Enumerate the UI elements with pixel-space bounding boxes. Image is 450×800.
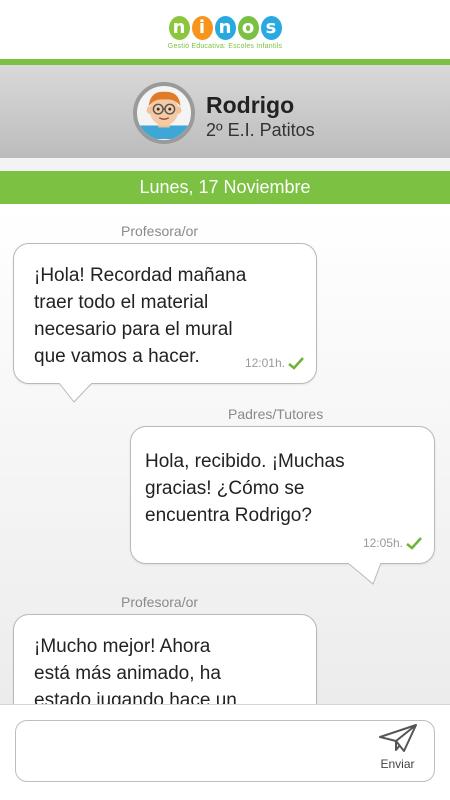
message-line: encuentra Rodrigo? <box>145 505 312 526</box>
message-time: 12:01h. <box>244 356 285 370</box>
child-class: 2º E.I. Patitos <box>206 120 315 140</box>
bubble-tail <box>347 562 382 585</box>
message-line: estado jugando hace un <box>34 690 237 704</box>
bubble-tail <box>58 382 93 403</box>
message-line: está más animado, ha <box>34 663 221 684</box>
message-line: gracias! ¿Cómo se <box>145 478 305 499</box>
app-logo: n i n o s <box>168 15 282 40</box>
message-sender: Profesora/or <box>121 223 199 239</box>
message-sender: Profesora/or <box>121 594 199 610</box>
logo-letter: i <box>191 15 213 40</box>
message-time: 12:05h. <box>362 536 403 550</box>
message-bubble-outgoing: Hola, recibido. ¡Muchas gracias! ¿Cómo s… <box>130 426 435 564</box>
date-separator: Lunes, 17 Noviembre <box>0 171 450 204</box>
logo-tagline: Gestió Educativa: Escoles Infantils <box>167 42 283 50</box>
child-avatar[interactable] <box>133 82 195 144</box>
message-line: ¡Mucho mejor! Ahora <box>34 636 211 657</box>
message-bubble-incoming: ¡Mucho mejor! Ahora está más animado, ha… <box>13 614 317 704</box>
logo-letter: n <box>168 15 190 40</box>
send-label: Enviar <box>380 757 415 771</box>
profile-header: Rodrigo 2º E.I. Patitos <box>0 65 450 158</box>
send-button[interactable]: Enviar <box>370 723 425 779</box>
message-line: traer todo el material <box>34 292 209 313</box>
message-line: necesario para el mural <box>34 319 233 340</box>
logo-letter: n <box>214 15 236 40</box>
child-name: Rodrigo <box>206 92 295 118</box>
message-line: ¡Hola! Recordad mañana <box>34 265 247 286</box>
logo-letter: s <box>260 15 282 40</box>
check-icon <box>288 357 304 370</box>
message-line: Hola, recibido. ¡Muchas <box>145 451 345 472</box>
chat-thread[interactable]: Profesora/or ¡Hola! Recordad mañana trae… <box>0 204 450 704</box>
paper-plane-icon <box>378 724 417 752</box>
message-bubble-incoming: ¡Hola! Recordad mañana traer todo el mat… <box>13 243 317 384</box>
brand-header: n i n o s Gestió Educativa: Escoles Infa… <box>0 0 450 65</box>
message-sender: Padres/Tutores <box>228 406 324 422</box>
child-face-icon <box>137 91 191 139</box>
check-icon <box>406 537 422 550</box>
logo-letter: o <box>237 15 259 40</box>
